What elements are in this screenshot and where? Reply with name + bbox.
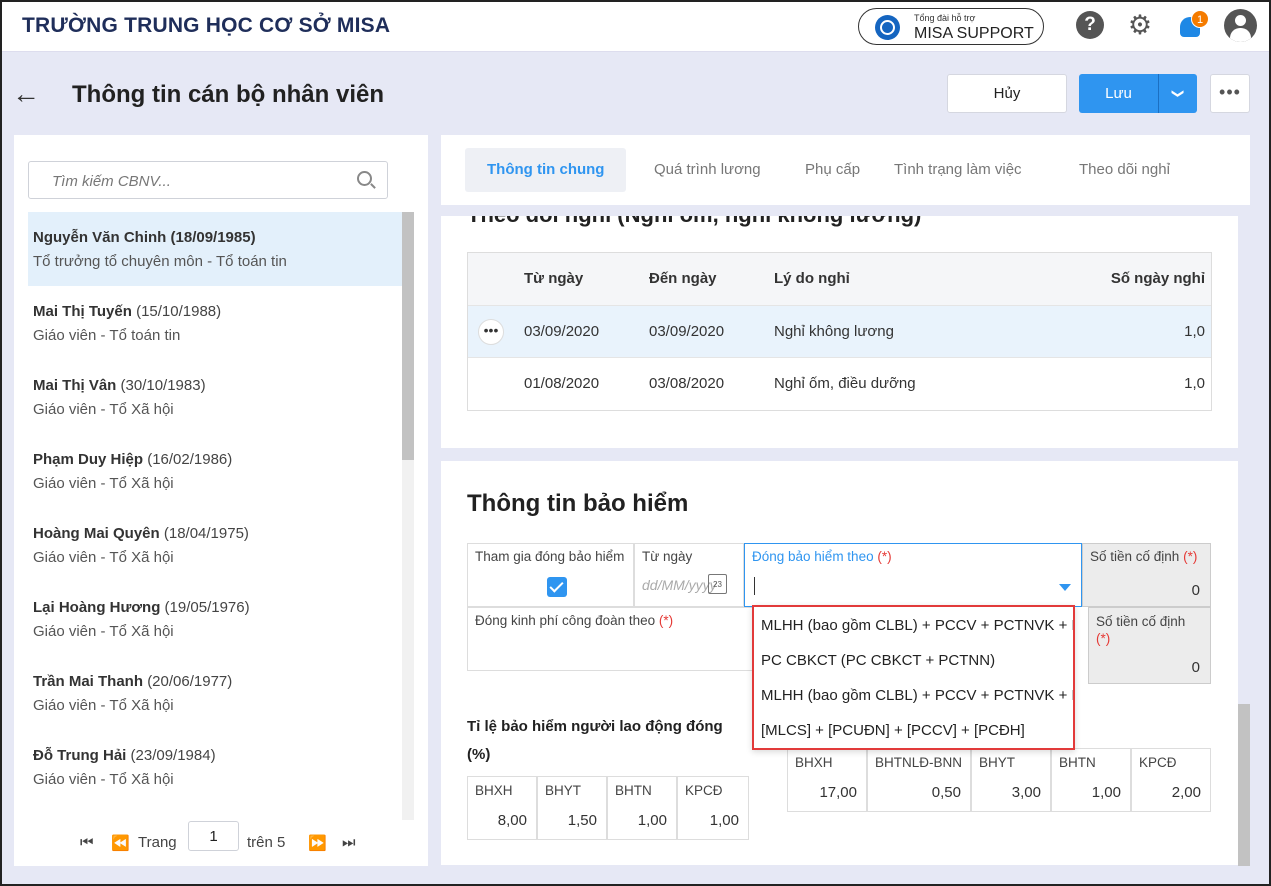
tab-bar: Thông tin chung Quá trình lương Phụ cấp … — [441, 135, 1250, 205]
employee-item[interactable]: Nguyễn Văn Chinh (18/09/1985) Tổ trưởng … — [28, 212, 402, 286]
employer-rate-bhtnld[interactable]: BHTNLĐ-BNN 0,50 — [867, 748, 971, 812]
save-button-label[interactable]: Lưu — [1079, 74, 1158, 113]
table-header: Từ ngày Đến ngày Lý do nghỉ Số ngày nghỉ — [468, 253, 1211, 306]
row-actions-icon[interactable]: ••• — [478, 319, 504, 345]
from-date-input[interactable]: dd/MM/yyyy — [642, 577, 717, 593]
top-bar: TRƯỜNG TRUNG HỌC CƠ SỞ MISA Tổng đài hỗ … — [0, 0, 1271, 52]
page-title: Thông tin cán bộ nhân viên — [72, 81, 384, 108]
leave-section: Theo dõi nghỉ (Nghỉ ốm, nghỉ không lương… — [441, 216, 1238, 448]
more-options-button[interactable]: ••• — [1210, 74, 1250, 113]
last-page-icon[interactable]: ⏭ — [342, 834, 356, 851]
employee-item[interactable]: Lại Hoàng Hương (19/05/1976) Giáo viên -… — [28, 582, 402, 656]
cancel-button[interactable]: Hủy — [947, 74, 1067, 113]
insurance-join-field: Tham gia đóng bảo hiểm — [467, 543, 634, 607]
employee-item[interactable]: Mai Thị Tuyến (15/10/1988) Giáo viên - T… — [28, 286, 402, 360]
avatar[interactable] — [1224, 9, 1257, 42]
tab-allowance[interactable]: Phụ cấp — [805, 148, 860, 192]
search-icon[interactable] — [357, 171, 372, 186]
gear-icon[interactable]: ⚙ — [1126, 11, 1154, 39]
employee-list-scrollbar[interactable] — [402, 212, 414, 820]
insurance-from-date-field[interactable]: Từ ngày dd/MM/yyyy 23 — [634, 543, 744, 607]
main-scrollbar[interactable] — [1238, 704, 1250, 866]
employee-rate-bhtn[interactable]: BHTN 1,00 — [607, 776, 677, 840]
dropdown-caret-icon[interactable] — [1059, 584, 1071, 591]
page-number-input[interactable]: 1 — [188, 821, 239, 851]
support-label: MISA SUPPORT — [914, 25, 1034, 42]
save-button[interactable]: Lưu ❯ — [1079, 74, 1197, 113]
insurance-basis-dropdown: MLHH (bao gồm CLBL) + PCCV + PCTNVK + PC… — [752, 605, 1075, 750]
employer-rate-bhtn[interactable]: BHTN 1,00 — [1051, 748, 1131, 812]
support-caption: Tổng đài hỗ trợ — [914, 13, 976, 23]
help-icon[interactable]: ? — [1076, 11, 1104, 39]
employee-item[interactable]: Trần Mai Thanh (20/06/1977) Giáo viên - … — [28, 656, 402, 730]
employer-rate-kpcd[interactable]: KPCĐ 2,00 — [1131, 748, 1211, 812]
text-cursor — [754, 577, 755, 595]
notification-badge: 1 — [1191, 10, 1209, 28]
page-total: trên 5 — [247, 834, 286, 851]
pager: ⏮ ⏪ Trang 1 trên 5 ⏩ ⏭ — [14, 821, 428, 866]
search-placeholder: Tìm kiếm CBNV... — [52, 173, 171, 190]
table-row[interactable]: 01/08/2020 03/08/2020 Nghỉ ốm, điều dưỡn… — [468, 358, 1211, 410]
employee-panel: Tìm kiếm CBNV... Nguyễn Văn Chinh (18/09… — [14, 135, 428, 866]
dropdown-option[interactable]: MLHH (bao gồm CLBL) + PCCV + PCTNVK + PC… — [754, 607, 1073, 642]
employee-rate-title: Tỉ lệ bảo hiểm người lao động đóng (%) — [467, 718, 723, 763]
employer-rate-bhyt[interactable]: BHYT 3,00 — [971, 748, 1051, 812]
employee-item[interactable]: Phạm Duy Hiệp (16/02/1986) Giáo viên - T… — [28, 434, 402, 508]
page-label: Trang — [138, 834, 177, 851]
notification-bell-icon[interactable]: 1 — [1178, 10, 1209, 39]
calendar-icon[interactable]: 23 — [708, 574, 727, 594]
union-fee-select[interactable]: Đóng kinh phí công đoàn theo (*) — [467, 607, 787, 671]
phone-support-icon — [875, 15, 900, 40]
employee-rate-bhyt[interactable]: BHYT 1,50 — [537, 776, 607, 840]
misa-support-button[interactable]: Tổng đài hỗ trợ MISA SUPPORT — [858, 8, 1044, 45]
employee-rate-kpcd[interactable]: KPCĐ 1,00 — [677, 776, 749, 840]
dropdown-option[interactable]: PC CBKCT (PC CBKCT + PCTNN) — [754, 642, 1073, 677]
employee-list: Nguyễn Văn Chinh (18/09/1985) Tổ trưởng … — [28, 212, 402, 820]
prev-page-icon[interactable]: ⏪ — [111, 834, 130, 852]
fixed-amount-field: Số tiền cố định (*) 0 — [1082, 543, 1211, 607]
school-name: TRƯỜNG TRUNG HỌC CƠ SỞ MISA — [22, 14, 391, 37]
employee-item[interactable]: Hoàng Mai Quyên (18/04/1975) Giáo viên -… — [28, 508, 402, 582]
save-options-chevron-icon[interactable]: ❯ — [1159, 74, 1197, 113]
employer-rate-bhxh[interactable]: BHXH 17,00 — [787, 748, 867, 812]
leave-section-title: Theo dõi nghỉ (Nghỉ ốm, nghỉ không lương… — [467, 216, 921, 228]
dropdown-option[interactable]: [MLCS] + [PCUĐN] + [PCCV] + [PCĐH] — [754, 712, 1073, 747]
next-page-icon[interactable]: ⏩ — [308, 834, 327, 852]
dropdown-option[interactable]: MLHH (bao gồm CLBL) + PCCV + PCTNVK + PC… — [754, 677, 1073, 712]
search-input[interactable]: Tìm kiếm CBNV... — [28, 161, 388, 199]
insurance-join-checkbox[interactable] — [547, 577, 567, 597]
tab-general-info[interactable]: Thông tin chung — [465, 148, 627, 192]
union-fixed-amount-field: Số tiền cố định (*) 0 — [1088, 607, 1211, 684]
tab-leave-tracking[interactable]: Theo dõi nghỉ — [1079, 148, 1170, 192]
employee-rate-bhxh[interactable]: BHXH 8,00 — [467, 776, 537, 840]
employee-item[interactable]: Đỗ Trung Hải (23/09/1984) Giáo viên - Tổ… — [28, 730, 402, 804]
first-page-icon[interactable]: ⏮ — [80, 834, 94, 851]
insurance-basis-select[interactable]: Đóng bảo hiểm theo (*) — [744, 543, 1082, 607]
insurance-title: Thông tin bảo hiểm — [467, 490, 689, 517]
leave-table: Từ ngày Đến ngày Lý do nghỉ Số ngày nghỉ… — [467, 252, 1212, 411]
employee-item[interactable]: Mai Thị Vân (30/10/1983) Giáo viên - Tổ … — [28, 360, 402, 434]
table-row[interactable]: ••• 03/09/2020 03/09/2020 Nghỉ không lươ… — [468, 306, 1211, 358]
tab-work-status[interactable]: Tình trạng làm việc — [894, 148, 1022, 192]
tab-salary-history[interactable]: Quá trình lương — [654, 148, 761, 192]
back-arrow-icon[interactable]: ← — [12, 80, 40, 108]
